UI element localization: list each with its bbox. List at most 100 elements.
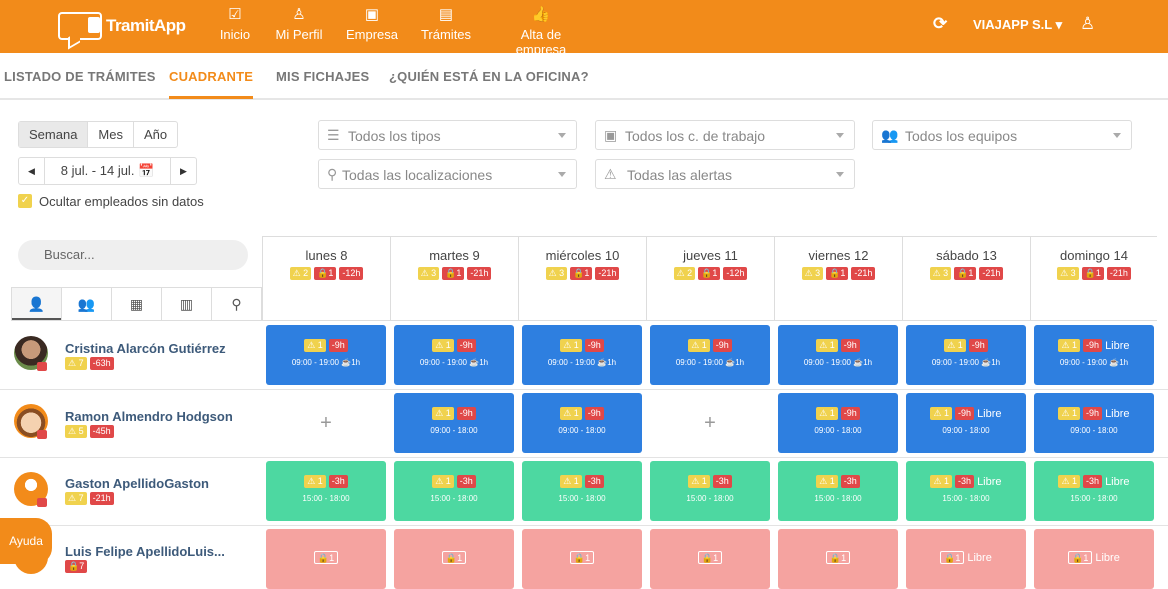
- hours-badge: -9h: [840, 407, 860, 420]
- section-tabs: LISTADO DE TRÁMITES CUADRANTE MIS FICHAJ…: [0, 53, 1168, 100]
- employee-name[interactable]: Cristina Alarcón Gutiérrez: [65, 341, 226, 356]
- user-icon[interactable]: ♙: [1080, 14, 1095, 34]
- lock-count: 7: [79, 561, 85, 571]
- employee-name[interactable]: Luis Felipe ApellidoLuis...: [65, 544, 225, 559]
- nav-mi-perfil[interactable]: ♙ Mi Perfil: [275, 5, 323, 42]
- warning-badge: ⚠ 3: [545, 267, 568, 280]
- shift-badges: 🔒1: [394, 551, 514, 564]
- shift-cell[interactable]: ⚠ 1 -9h 09:00 - 19:00 ☕1h: [650, 325, 770, 385]
- shift-cell[interactable]: ⚠ 1 -3h 15:00 - 18:00: [522, 461, 642, 521]
- time-range: 09:00 - 18:00: [814, 426, 862, 435]
- shift-cell[interactable]: ⚠ 1 -3h 15:00 - 18:00: [650, 461, 770, 521]
- filter-alerts[interactable]: ⚠ Todas las alertas: [595, 159, 855, 189]
- shift-cell[interactable]: ⚠ 1 -3h Libre 15:00 - 18:00: [1034, 461, 1154, 521]
- nav-empresa[interactable]: ▣ Empresa: [346, 5, 398, 42]
- shift-cell[interactable]: 🔒1: [394, 529, 514, 589]
- shift-cell[interactable]: ⚠ 1 -3h 15:00 - 18:00: [266, 461, 386, 521]
- add-shift-button[interactable]: +: [650, 393, 770, 453]
- day-badges: ⚠ 3 🔒1 -21h: [903, 267, 1030, 280]
- shift-cell[interactable]: ⚠ 1 -3h Libre 15:00 - 18:00: [906, 461, 1026, 521]
- shift-cell[interactable]: ⚠ 1 -9h Libre 09:00 - 18:00: [906, 393, 1026, 453]
- date-range: 8 jul. - 14 jul.: [60, 163, 135, 178]
- shift-cell[interactable]: 🔒1 Libre: [1034, 529, 1154, 589]
- filter-locations[interactable]: ⚲ Todas las localizaciones: [318, 159, 577, 189]
- time-range: 09:00 - 19:00: [1059, 358, 1108, 367]
- shift-badges: 🔒1 Libre: [906, 551, 1026, 564]
- filter-workcenters[interactable]: ▣ Todos los c. de trabajo: [595, 120, 855, 150]
- date-navigator: ◀ 8 jul. - 14 jul. 📅 ▶: [18, 157, 197, 185]
- tab-cuadrante[interactable]: CUADRANTE: [169, 69, 254, 99]
- shift-time: 09:00 - 18:00: [778, 426, 898, 435]
- employee-name[interactable]: Ramon Almendro Hodgson: [65, 409, 233, 424]
- building-icon[interactable]: ▦: [112, 288, 162, 320]
- shift-time: 09:00 - 19:00 ☕1h: [394, 358, 514, 367]
- shift-cell[interactable]: 🔒1: [778, 529, 898, 589]
- shift-cell[interactable]: ⚠ 1 -3h 15:00 - 18:00: [778, 461, 898, 521]
- free-day-label: Libre: [1105, 339, 1130, 352]
- filter-value: Todos los equipos: [905, 128, 1018, 144]
- shift-time: 09:00 - 19:00 ☕1h: [266, 358, 386, 367]
- users-icon[interactable]: 👥: [62, 288, 112, 320]
- day-header: domingo 14 ⚠ 3 🔒1 -21h: [1030, 236, 1157, 321]
- shift-cell[interactable]: ⚠ 1 -9h 09:00 - 18:00: [778, 393, 898, 453]
- hide-empty-checkbox[interactable]: ✓: [18, 194, 32, 208]
- tab-quien-esta-oficina[interactable]: ¿QUIÉN ESTÁ EN LA OFICINA?: [389, 69, 589, 84]
- lock-count: 1: [584, 268, 590, 278]
- warning-badge: ⚠ 1: [560, 407, 582, 420]
- hours-badge: -21h: [851, 267, 876, 280]
- help-button[interactable]: Ayuda: [0, 518, 52, 564]
- map-marker-icon[interactable]: ⚲: [212, 288, 261, 320]
- lock-badge: 🔒1: [1081, 267, 1104, 280]
- period-ano[interactable]: Año: [134, 122, 177, 147]
- tramitapp-logo[interactable]: TramitApp: [58, 8, 188, 46]
- warning-count: 1: [957, 340, 963, 350]
- next-week-button[interactable]: ▶: [170, 158, 196, 184]
- nav-tramites[interactable]: ▤ Trámites: [420, 5, 472, 42]
- shift-cell[interactable]: 🔒1: [650, 529, 770, 589]
- lock-badge: 🔒1: [313, 551, 339, 564]
- shift-cell[interactable]: ⚠ 1 -9h 09:00 - 19:00 ☕1h: [778, 325, 898, 385]
- shift-cell[interactable]: 🔒1: [266, 529, 386, 589]
- shift-cell[interactable]: ⚠ 1 -9h Libre 09:00 - 18:00: [1034, 393, 1154, 453]
- shift-cell[interactable]: ⚠ 1 -9h 09:00 - 19:00 ☕1h: [394, 325, 514, 385]
- date-range-picker[interactable]: 8 jul. - 14 jul. 📅: [45, 158, 170, 184]
- shift-badges: 🔒1: [650, 551, 770, 564]
- lock-badge: 🔒1: [441, 551, 467, 564]
- hours-badge: -9h: [955, 407, 975, 420]
- shift-cell[interactable]: 🔒1 Libre: [906, 529, 1026, 589]
- shift-time: 09:00 - 19:00 ☕1h: [1034, 358, 1154, 367]
- employee-name[interactable]: Gaston ApellidoGaston: [65, 476, 209, 491]
- filter-teams[interactable]: 👥 Todos los equipos: [872, 120, 1132, 150]
- nav-inicio[interactable]: ☑ Inicio: [218, 5, 252, 42]
- warning-count: 1: [944, 408, 950, 418]
- shift-cell[interactable]: 🔒1: [522, 529, 642, 589]
- warning-badge: ⚠ 3: [1057, 267, 1079, 280]
- tab-mis-fichajes[interactable]: MIS FICHAJES: [276, 69, 369, 84]
- lock-badge: 🔒1: [826, 267, 849, 280]
- document-icon: [88, 17, 100, 33]
- shift-cell[interactable]: ⚠ 1 -9h Libre 09:00 - 19:00 ☕1h: [1034, 325, 1154, 385]
- shift-badges: ⚠ 1 -3h Libre: [906, 475, 1026, 488]
- warning-count: 1: [701, 340, 707, 350]
- period-semana[interactable]: Semana: [19, 122, 89, 147]
- lock-badge: 🔒1: [697, 551, 723, 564]
- shift-cell[interactable]: ⚠ 1 -9h 09:00 - 18:00: [522, 393, 642, 453]
- shift-cell[interactable]: ⚠ 1 -9h 09:00 - 19:00 ☕1h: [522, 325, 642, 385]
- company-dropdown[interactable]: VIAJAPP S.L ▾: [973, 17, 1062, 33]
- shift-badges: ⚠ 1 -9h Libre: [906, 407, 1026, 420]
- person-icon[interactable]: 👤: [12, 288, 62, 320]
- employee-search-input[interactable]: Buscar...: [18, 240, 248, 270]
- shift-cell[interactable]: ⚠ 1 -9h 09:00 - 19:00 ☕1h: [266, 325, 386, 385]
- period-mes[interactable]: Mes: [88, 122, 134, 147]
- time-range: 09:00 - 19:00: [931, 358, 980, 367]
- refresh-icon[interactable]: ⟳: [933, 14, 947, 34]
- calculator-icon[interactable]: ▥: [162, 288, 212, 320]
- shift-cell[interactable]: ⚠ 1 -3h 15:00 - 18:00: [394, 461, 514, 521]
- nav-alta-empresa[interactable]: 👍 Alta de empresa: [494, 5, 588, 57]
- add-shift-button[interactable]: +: [266, 393, 386, 453]
- shift-cell[interactable]: ⚠ 1 -9h 09:00 - 18:00: [394, 393, 514, 453]
- prev-week-button[interactable]: ◀: [19, 158, 45, 184]
- tab-listado-tramites[interactable]: LISTADO DE TRÁMITES: [4, 69, 156, 84]
- filter-types[interactable]: ☰ Todos los tipos: [318, 120, 577, 150]
- shift-cell[interactable]: ⚠ 1 -9h 09:00 - 19:00 ☕1h: [906, 325, 1026, 385]
